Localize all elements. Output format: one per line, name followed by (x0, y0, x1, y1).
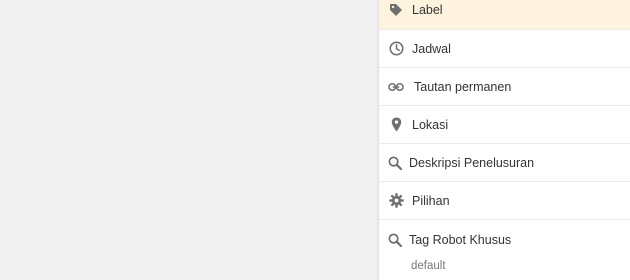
settings-item-label[interactable]: Label (379, 0, 630, 30)
clock-icon (388, 41, 404, 57)
settings-item-schedule-text: Jadwal (412, 41, 451, 56)
settings-item-options[interactable]: Pilihan (379, 182, 630, 220)
editor-canvas-area: Label Jadwal Tautan permanen Lokasi Desk… (0, 0, 630, 280)
settings-item-permalink[interactable]: Tautan permanen (379, 68, 630, 106)
settings-item-permalink-text: Tautan permanen (414, 79, 512, 94)
settings-item-location-text: Lokasi (412, 117, 449, 132)
settings-item-custom-robot-tags-text: Tag Robot Khusus (409, 233, 512, 247)
settings-item-label-text: Label (412, 3, 443, 17)
tag-icon (388, 2, 404, 18)
settings-item-location[interactable]: Lokasi (379, 106, 630, 144)
search-icon (387, 155, 403, 171)
settings-item-custom-robot-tags[interactable]: Tag Robot Khusus default (379, 221, 630, 280)
post-settings-panel: Label Jadwal Tautan permanen Lokasi Desk… (378, 0, 630, 280)
gear-icon (388, 193, 404, 209)
settings-item-search-description[interactable]: Deskripsi Penelusuran (379, 144, 630, 182)
settings-item-search-description-text: Deskripsi Penelusuran (409, 155, 535, 170)
settings-item-schedule[interactable]: Jadwal (379, 30, 630, 68)
map-pin-icon (388, 117, 404, 133)
settings-item-options-text: Pilihan (412, 193, 450, 208)
search-icon (387, 232, 403, 248)
link-icon (388, 79, 404, 95)
custom-robot-tags-value: default (411, 260, 446, 272)
